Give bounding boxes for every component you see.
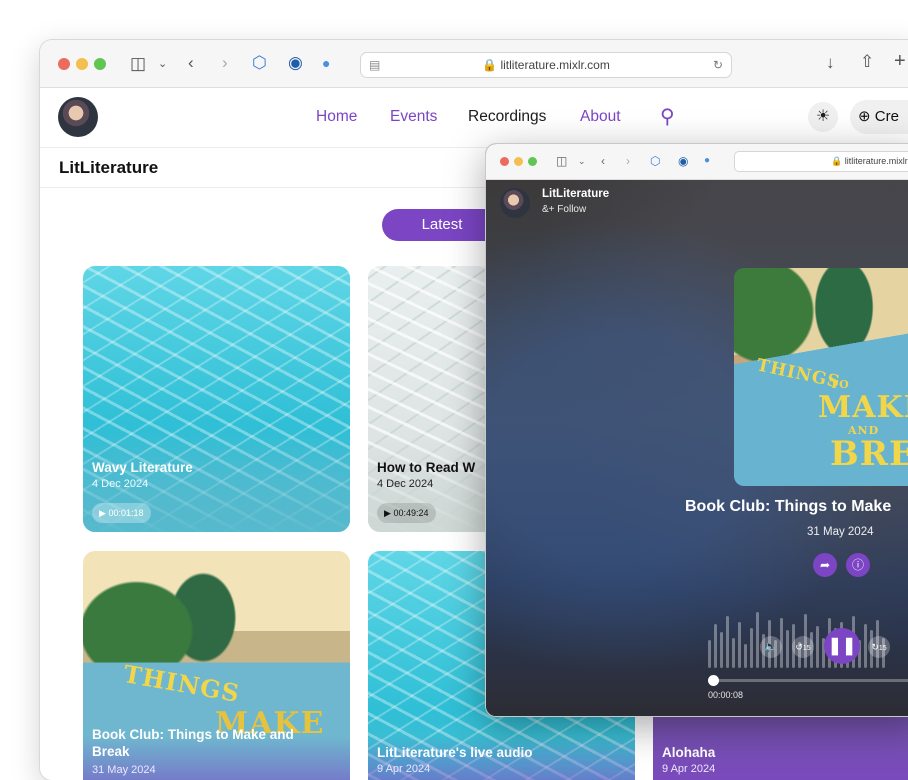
- lock-icon: 🔒: [831, 156, 843, 166]
- reload-icon[interactable]: ↻: [713, 53, 723, 77]
- art-text: MAKE: [818, 390, 908, 425]
- page-icon: ▤: [369, 58, 381, 72]
- share-arrow-icon: ➦: [819, 558, 831, 572]
- recording-date: 31 May 2024: [807, 526, 874, 538]
- elapsed-time: 00:00:08: [708, 690, 744, 700]
- card-date: 9 Apr 2024: [377, 763, 431, 775]
- art-text: BREA: [830, 434, 908, 474]
- nav-home[interactable]: Home: [316, 108, 357, 126]
- address-bar-url: litliterature.mixlr.: [844, 156, 908, 166]
- progress-track[interactable]: [707, 675, 908, 686]
- follow-label: Follow: [557, 204, 587, 215]
- browser-toolbar: ◫ ⌄ ‹ › ⬡ ◉ ● ▤ 🔒 litliterature.mixlr.co…: [40, 40, 908, 88]
- channel-avatar[interactable]: [58, 97, 98, 137]
- new-tab-icon[interactable]: +: [894, 51, 906, 71]
- card-title: LitLiterature's live audio: [377, 745, 533, 760]
- downloads-icon[interactable]: ↓: [826, 53, 835, 73]
- play-duration-button[interactable]: ▶ 00:49:24: [377, 503, 437, 523]
- share-icon[interactable]: ⇧: [860, 52, 874, 72]
- tab-latest[interactable]: Latest: [382, 209, 502, 241]
- chevron-down-icon[interactable]: ⌄: [158, 54, 167, 74]
- duration-label: 00:01:18: [108, 508, 144, 518]
- browser-window-player: ◫ ⌄ ‹ › ⬡ ◉ ● 🔒 litliterature.mixlr. Lit…: [486, 144, 908, 716]
- sidebar-toggle-icon[interactable]: ◫: [556, 153, 567, 169]
- extension-cube-icon[interactable]: ⬡: [650, 153, 660, 169]
- nav-recordings[interactable]: Recordings: [468, 108, 546, 126]
- back-arrow-icon[interactable]: ‹: [601, 153, 605, 169]
- forward-arrow-icon[interactable]: ›: [222, 53, 228, 73]
- play-duration-button[interactable]: ▶ 00:01:18: [92, 503, 152, 523]
- forward-arrow-icon[interactable]: ›: [626, 153, 630, 169]
- share-button[interactable]: ➦: [813, 553, 837, 577]
- address-bar[interactable]: 🔒 litliterature.mixlr.: [734, 151, 908, 172]
- lock-icon: 🔒: [482, 58, 498, 72]
- card-title: How to Read W: [377, 460, 476, 475]
- nav-about[interactable]: About: [580, 108, 621, 126]
- card-title: Book Club: Things to Make and Break: [92, 727, 294, 759]
- password-manager-icon[interactable]: ◉: [288, 53, 303, 73]
- extension-icon[interactable]: ●: [322, 53, 330, 73]
- extension-icon[interactable]: ●: [704, 153, 710, 169]
- skip-back-button[interactable]: ↺15: [792, 636, 814, 658]
- extension-cube-icon[interactable]: ⬡: [252, 53, 267, 73]
- back-arrow-icon[interactable]: ‹: [188, 53, 194, 73]
- theme-toggle-icon[interactable]: ☀: [808, 102, 838, 132]
- pause-button[interactable]: ❚❚: [824, 628, 860, 664]
- close-window-button[interactable]: [500, 157, 509, 166]
- sidebar-toggle-icon[interactable]: ◫: [130, 54, 146, 74]
- card-date: 4 Dec 2024: [377, 478, 434, 490]
- skip-forward-seconds: 15: [878, 645, 887, 652]
- browser-toolbar: ◫ ⌄ ‹ › ⬡ ◉ ● 🔒 litliterature.mixlr.: [486, 144, 908, 180]
- card-date: 9 Apr 2024: [662, 763, 716, 775]
- card-title: Wavy Literature: [92, 460, 193, 475]
- pause-icon: ❚❚: [827, 636, 857, 655]
- card-art-text: THINGS: [121, 659, 243, 708]
- info-button[interactable]: ⓘ: [846, 553, 870, 577]
- address-bar[interactable]: ▤ 🔒 litliterature.mixlr.com ↻: [360, 52, 732, 78]
- address-bar-url: litliterature.mixlr.com: [500, 58, 610, 72]
- player-background: LitLiterature &+ Follow THINGS TO MAKE A…: [486, 180, 908, 716]
- card-date: 31 May 2024: [92, 764, 156, 776]
- recording-card[interactable]: THINGS MAKE Book Club: Things to Make an…: [83, 551, 350, 780]
- follow-button[interactable]: &+ Follow: [542, 204, 586, 215]
- add-person-icon: &+: [542, 204, 555, 215]
- volume-icon[interactable]: 🔈: [760, 636, 782, 658]
- minimize-window-button[interactable]: [514, 157, 523, 166]
- recording-artwork: THINGS TO MAKE AND BREA: [734, 268, 908, 486]
- create-button[interactable]: ⊕ Cre: [850, 100, 908, 134]
- channel-name: LitLiterature: [542, 188, 610, 200]
- create-button-label: Cre: [874, 108, 899, 125]
- close-window-button[interactable]: [58, 58, 70, 70]
- page-title: LitLiterature: [59, 158, 159, 177]
- skip-back-seconds: 15: [802, 645, 811, 652]
- rewind-icon: ↺: [795, 642, 803, 652]
- progress-knob[interactable]: [707, 675, 719, 686]
- zoom-window-button[interactable]: [94, 58, 106, 70]
- zoom-window-button[interactable]: [528, 157, 537, 166]
- chevron-down-icon[interactable]: ⌄: [578, 153, 586, 169]
- site-navbar: Home Events Recordings About ⚲ ☀ ⊕ Cre: [40, 88, 908, 148]
- skip-forward-button[interactable]: ↻15: [868, 636, 890, 658]
- play-icon: ▶: [384, 508, 391, 518]
- card-title: Alohaha: [662, 745, 716, 760]
- minimize-window-button[interactable]: [76, 58, 88, 70]
- nav-events[interactable]: Events: [390, 108, 437, 126]
- forward-icon: ↻: [871, 642, 879, 652]
- channel-avatar[interactable]: [500, 188, 530, 218]
- info-icon: ⓘ: [851, 558, 864, 572]
- play-icon: ▶: [99, 508, 106, 518]
- password-manager-icon[interactable]: ◉: [678, 153, 688, 169]
- duration-label: 00:49:24: [393, 508, 429, 518]
- card-date: 4 Dec 2024: [92, 478, 149, 490]
- recording-title: Book Club: Things to Make: [685, 498, 892, 515]
- recording-card[interactable]: Wavy Literature 4 Dec 2024 ▶ 00:01:18: [83, 266, 350, 532]
- plus-circle-icon: ⊕: [858, 108, 871, 125]
- search-icon[interactable]: ⚲: [660, 104, 675, 129]
